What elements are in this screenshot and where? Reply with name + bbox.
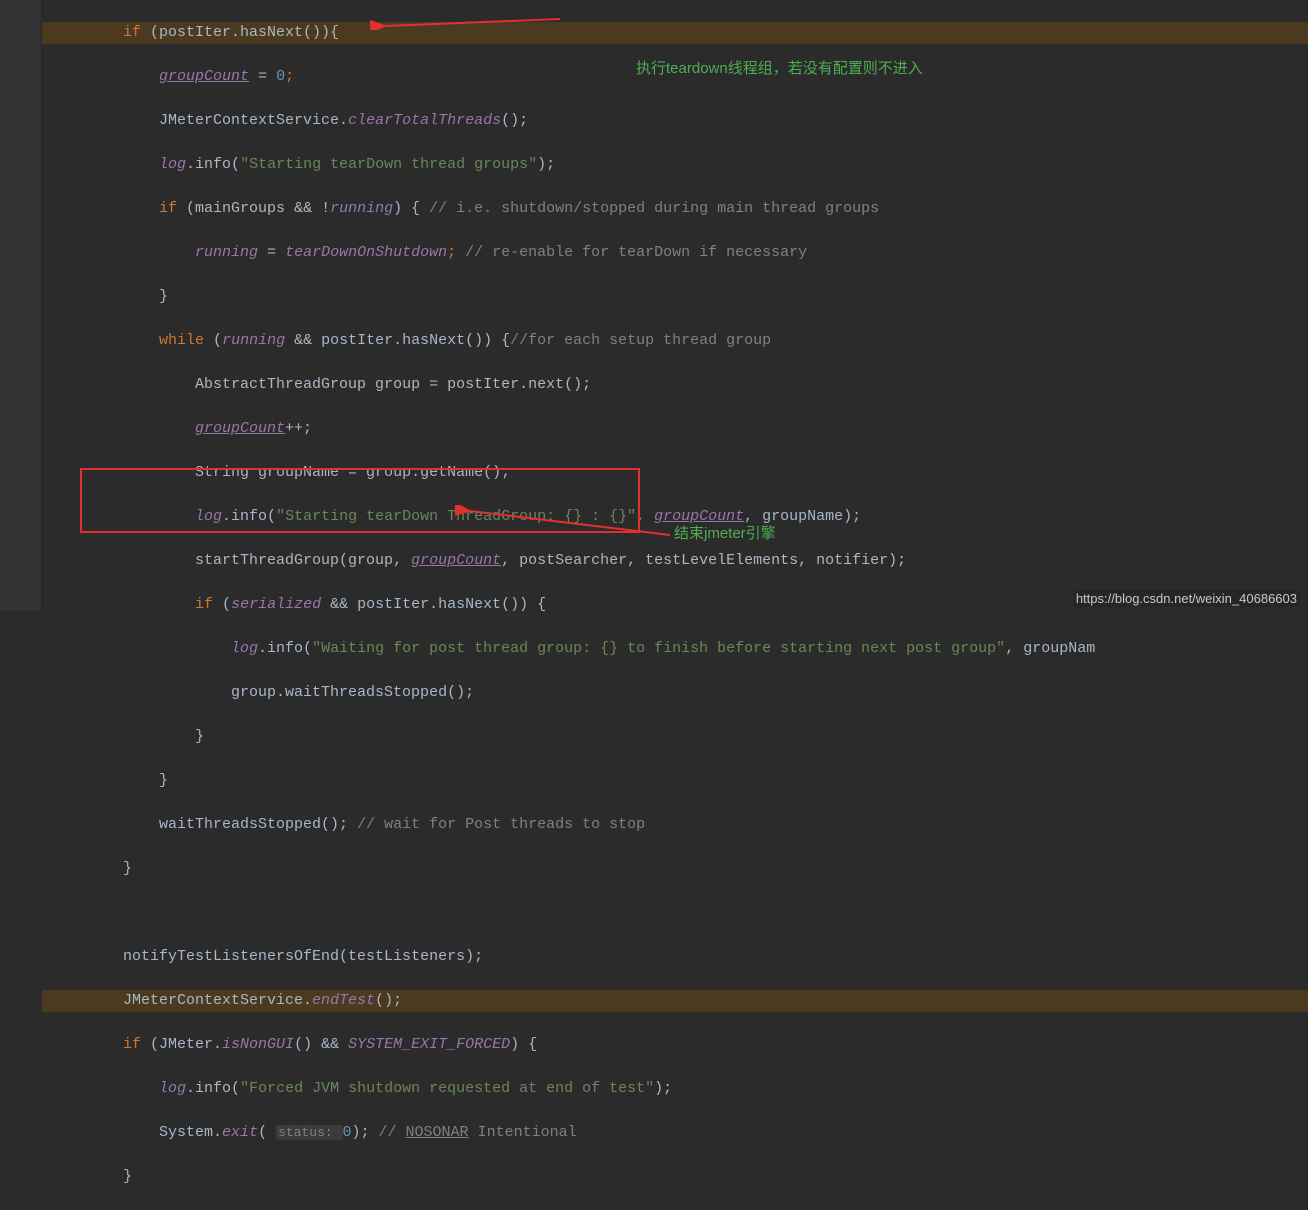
code-line: AbstractThreadGroup group = postIter.nex… bbox=[42, 374, 1308, 396]
code-line: group.waitThreadsStopped(); bbox=[42, 682, 1308, 704]
code-line: while (running && postIter.hasNext()) {/… bbox=[42, 330, 1308, 352]
code-line: } bbox=[42, 770, 1308, 792]
code-line: log.info("Waiting for post thread group:… bbox=[42, 638, 1308, 660]
code-line: startThreadGroup(group, groupCount, post… bbox=[42, 550, 1308, 572]
code-line: notifyTestListenersOfEnd(testListeners); bbox=[42, 946, 1308, 968]
editor-gutter bbox=[0, 0, 42, 611]
code-line: JMeterContextService.endTest(); bbox=[42, 990, 1308, 1012]
code-line: running = tearDownOnShutdown; // re-enab… bbox=[42, 242, 1308, 264]
code-line: } bbox=[42, 726, 1308, 748]
code-line: log.info("Forced JVM shutdown requested … bbox=[42, 1078, 1308, 1100]
code-line: String groupName = group.getName(); bbox=[42, 462, 1308, 484]
code-line: if (postIter.hasNext()){ bbox=[42, 22, 1308, 44]
annotation-text: 执行teardown线程组，若没有配置则不进入 bbox=[636, 57, 923, 78]
code-line: JMeterContextService.clearTotalThreads()… bbox=[42, 110, 1308, 132]
watermark: https://blog.csdn.net/weixin_40686603 bbox=[1073, 590, 1300, 607]
code-line: if (JMeter.isNonGUI() && SYSTEM_EXIT_FOR… bbox=[42, 1034, 1308, 1056]
annotation-text: 结束jmeter引擎 bbox=[674, 522, 776, 543]
code-line: waitThreadsStopped(); // wait for Post t… bbox=[42, 814, 1308, 836]
code-line: groupCount++; bbox=[42, 418, 1308, 440]
code-line: } bbox=[42, 858, 1308, 880]
code-line: } bbox=[42, 286, 1308, 308]
code-line: if (mainGroups && !running) { // i.e. sh… bbox=[42, 198, 1308, 220]
code-line bbox=[42, 902, 1308, 924]
code-line: log.info("Starting tearDown thread group… bbox=[42, 154, 1308, 176]
code-line: System.exit( status: 0); // NOSONAR Inte… bbox=[42, 1122, 1308, 1144]
code-line: } bbox=[42, 1166, 1308, 1188]
code-editor[interactable]: if (postIter.hasNext()){ groupCount = 0;… bbox=[42, 0, 1308, 611]
